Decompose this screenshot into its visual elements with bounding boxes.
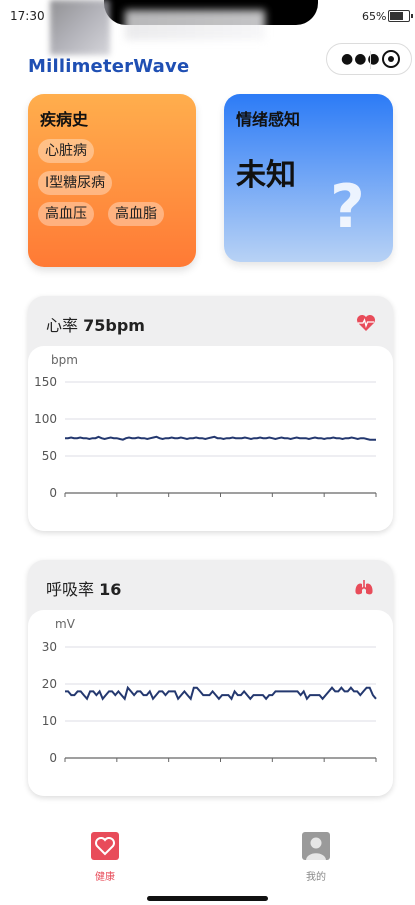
disease-tag: 心脏病: [38, 139, 94, 163]
disease-history-title: 疾病史: [40, 110, 89, 129]
target-icon[interactable]: [382, 50, 400, 68]
y-tick-label: 0: [49, 486, 57, 500]
battery-icon: [388, 10, 413, 22]
y-tick-label: 30: [42, 640, 57, 654]
respiration-value: 16: [99, 580, 122, 599]
y-tick-label: 20: [42, 677, 57, 691]
header-background-blur: [125, 10, 265, 40]
tab-health[interactable]: 健康: [75, 832, 135, 883]
y-tick-label: 10: [42, 714, 57, 728]
tab-mine-label: 我的: [306, 872, 326, 883]
emotion-card[interactable]: 情绪感知 未知 ?: [224, 94, 393, 262]
respiration-chart-area: mV 0 10 20 30: [28, 610, 393, 796]
respiration-panel[interactable]: 呼吸率 16 mV 0 10 20 30: [28, 560, 393, 796]
heart-rate-label: 心率: [46, 316, 79, 335]
disease-history-card[interactable]: 疾病史 心脏病 I型糖尿病 高血压 高血脂: [28, 94, 196, 267]
heart-rate-header: 心率 75bpm: [46, 312, 145, 336]
heart-chart-ylabel: bpm: [51, 353, 78, 367]
question-mark-icon: ?: [330, 172, 365, 242]
tab-health-label: 健康: [95, 872, 115, 883]
respiration-series-line: [65, 685, 377, 701]
y-tick-label: 50: [42, 449, 57, 463]
y-tick-label: 150: [34, 375, 57, 389]
heart-pulse-icon: [357, 315, 375, 331]
header-background-image: [50, 0, 110, 55]
emotion-title: 情绪感知: [236, 110, 301, 129]
respiration-label: 呼吸率: [46, 580, 95, 599]
battery-percent: 65%: [362, 10, 387, 23]
status-time: 17:30: [10, 9, 45, 23]
disease-tag: 高血压: [38, 202, 94, 226]
respiration-chart: mV 0 10 20 30: [42, 617, 377, 765]
resp-chart-ylabel: mV: [55, 617, 76, 631]
y-tick-label: 0: [49, 751, 57, 765]
health-heart-icon: [91, 832, 119, 860]
miniapp-capsule[interactable]: ●●●: [326, 43, 412, 75]
respiration-header: 呼吸率 16: [46, 576, 121, 600]
tab-mine[interactable]: 我的: [286, 832, 346, 883]
capsule-divider: [370, 51, 371, 69]
emotion-value: 未知: [236, 158, 296, 193]
heart-rate-chart: bpm 0 50 100 150: [34, 353, 377, 500]
heart-rate-chart-area: bpm 0 50 100 150: [28, 346, 393, 531]
app-title: MillimeterWave: [28, 56, 190, 77]
y-tick-label: 100: [34, 412, 57, 426]
home-indicator: [147, 896, 268, 901]
tab-bar: 健康 我的: [0, 820, 415, 905]
heart-rate-panel[interactable]: 心率 75bpm bpm 0 50 100 150: [28, 296, 393, 531]
disease-tag: 高血脂: [108, 202, 164, 226]
more-dots-icon[interactable]: ●●●: [341, 51, 381, 67]
disease-tag: I型糖尿病: [38, 171, 113, 195]
heart-rate-value: 75bpm: [83, 316, 145, 335]
heart-rate-series-line: [65, 435, 376, 441]
lungs-icon: [355, 580, 373, 595]
user-avatar-icon: [302, 832, 330, 860]
